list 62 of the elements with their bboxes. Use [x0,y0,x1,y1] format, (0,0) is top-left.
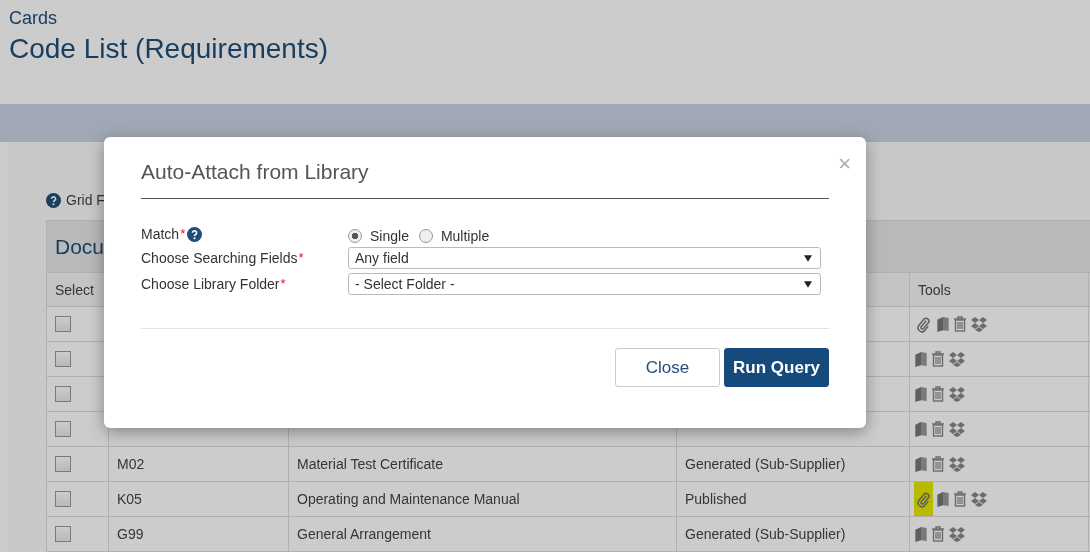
checkbox[interactable] [55,491,71,507]
close-button[interactable]: Close [615,348,720,387]
page-title: Code List (Requirements) [9,33,330,65]
table-cell: General Arrangement [297,526,431,542]
required-mark: * [180,226,186,241]
table-cell: Published [685,491,747,507]
help-link[interactable]: Grid F [66,192,105,208]
help-icon[interactable] [187,226,203,242]
dropbox-icon[interactable] [948,526,966,542]
table-cell: Material Test Certificate [297,456,443,472]
caret-icon [804,254,812,262]
dialog-title: Auto-Attach from Library [141,159,369,184]
book-icon[interactable] [936,315,950,333]
required-mark: * [298,250,304,265]
book-icon[interactable] [914,385,928,403]
dropbox-icon[interactable] [948,421,966,437]
book-icon[interactable] [914,525,928,543]
run-query-button[interactable]: Run Query [724,348,829,387]
dropbox-icon[interactable] [970,491,988,507]
dropbox-icon[interactable] [948,351,966,367]
paperclip-icon[interactable] [916,490,931,508]
dropbox-icon[interactable] [948,386,966,402]
field-label: Choose Library Folder [141,276,280,292]
radio-button[interactable] [348,229,362,243]
checkbox[interactable] [55,456,71,472]
field-label: Choose Searching Fields [141,250,298,266]
table-cell: K05 [117,491,142,507]
trash-icon[interactable] [931,456,945,472]
trash-icon[interactable] [931,386,945,402]
checkbox[interactable] [55,386,71,402]
dropbox-icon[interactable] [970,316,988,332]
table-cell: M02 [117,456,145,472]
column-header: Tools [910,273,1089,306]
table-cell: Generated (Sub-Supplier) [685,526,846,542]
table-cell: G99 [117,526,144,542]
breadcrumb[interactable]: Cards [9,8,1081,29]
table-cell: Operating and Maintenance Manual [297,491,520,507]
checkbox[interactable] [55,351,71,367]
book-icon[interactable] [914,350,928,368]
table-cell: Generated (Sub-Supplier) [685,456,846,472]
book-icon[interactable] [936,490,950,508]
book-icon[interactable] [914,455,928,473]
dropbox-icon[interactable] [948,456,966,472]
trash-icon[interactable] [931,421,945,437]
radio-button[interactable] [418,229,433,243]
paperclip-icon[interactable] [916,315,931,333]
book-icon[interactable] [914,420,928,438]
radio-label[interactable]: Multiple [440,228,490,244]
caret-icon [804,280,812,288]
radio-label[interactable]: Single [370,228,409,244]
trash-icon[interactable] [953,316,967,332]
dropdown[interactable]: Any field [348,247,821,269]
trash-icon[interactable] [953,491,967,507]
checkbox[interactable] [55,316,71,332]
field-label: Match [141,226,180,242]
required-mark: * [280,276,286,291]
checkbox[interactable] [55,526,71,542]
trash-icon[interactable] [931,351,945,367]
trash-icon[interactable] [931,526,945,542]
dropdown[interactable]: - Select Folder - [348,273,821,295]
help-icon [46,192,61,208]
checkbox[interactable] [55,421,71,437]
